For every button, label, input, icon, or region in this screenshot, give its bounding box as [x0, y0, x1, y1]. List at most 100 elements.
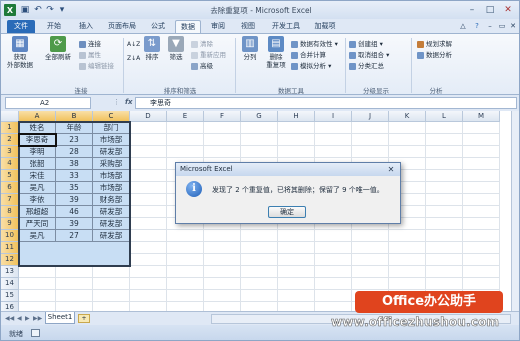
dialog-close-button[interactable]: ✕	[385, 165, 397, 174]
text-to-columns-button[interactable]: ▥ 分列	[239, 36, 261, 61]
row-header[interactable]: 10	[1, 230, 19, 242]
row-header[interactable]: 15	[1, 290, 19, 302]
empty-cell[interactable]	[93, 278, 130, 290]
table-cell[interactable]: 研发部	[93, 146, 130, 158]
get-external-data-button[interactable]: ▦ 获取 外部数据	[5, 36, 35, 69]
empty-cell[interactable]	[167, 254, 204, 266]
empty-cell[interactable]	[130, 278, 167, 290]
row-header[interactable]: 13	[1, 266, 19, 278]
column-header[interactable]: L	[426, 111, 463, 122]
tab-view[interactable]: 视图	[237, 20, 259, 33]
empty-cell[interactable]	[56, 278, 93, 290]
empty-cell[interactable]	[426, 194, 463, 206]
formula-input[interactable]: 李思奇	[135, 97, 517, 109]
empty-cell[interactable]	[278, 290, 315, 302]
table-cell[interactable]: 李明	[19, 146, 56, 158]
empty-cell[interactable]	[167, 230, 204, 242]
table-cell[interactable]: 采购部	[93, 158, 130, 170]
empty-cell[interactable]	[426, 254, 463, 266]
empty-cell[interactable]	[315, 254, 352, 266]
table-cell[interactable]: 邢超超	[19, 206, 56, 218]
empty-cell[interactable]	[352, 134, 389, 146]
empty-cell[interactable]	[241, 242, 278, 254]
empty-cell[interactable]	[130, 194, 167, 206]
column-header[interactable]: B	[56, 111, 93, 122]
column-header[interactable]: H	[278, 111, 315, 122]
empty-cell[interactable]	[130, 254, 167, 266]
row-header[interactable]: 2	[1, 134, 19, 146]
empty-cell[interactable]	[463, 146, 500, 158]
clear-button[interactable]: 清除	[191, 40, 213, 49]
empty-cell[interactable]	[278, 122, 315, 134]
empty-cell[interactable]	[56, 266, 93, 278]
row-header[interactable]: 5	[1, 170, 19, 182]
empty-cell[interactable]	[167, 290, 204, 302]
empty-cell[interactable]	[241, 146, 278, 158]
empty-cell[interactable]	[167, 266, 204, 278]
empty-cell[interactable]	[130, 158, 167, 170]
empty-cell[interactable]	[278, 134, 315, 146]
empty-cell[interactable]	[278, 242, 315, 254]
column-header[interactable]: I	[315, 111, 352, 122]
table-cell[interactable]: 研发部	[93, 218, 130, 230]
row-header[interactable]: 9	[1, 218, 19, 230]
table-cell[interactable]: 财务部	[93, 194, 130, 206]
empty-cell[interactable]	[93, 266, 130, 278]
empty-cell[interactable]	[315, 278, 352, 290]
row-header[interactable]: 3	[1, 146, 19, 158]
table-cell[interactable]: 市场部	[93, 170, 130, 182]
empty-cell[interactable]	[93, 290, 130, 302]
empty-cell[interactable]	[389, 230, 426, 242]
tab-home[interactable]: 开始	[43, 20, 65, 33]
selected-empty-cell[interactable]	[93, 242, 130, 254]
empty-cell[interactable]	[463, 266, 500, 278]
empty-cell[interactable]	[241, 278, 278, 290]
empty-cell[interactable]	[352, 230, 389, 242]
empty-cell[interactable]	[389, 134, 426, 146]
insert-sheet-button[interactable]: +	[78, 314, 90, 323]
table-header-cell[interactable]: 姓名	[19, 122, 56, 134]
table-cell[interactable]: 35	[56, 182, 93, 194]
help-icon[interactable]: ?	[471, 20, 483, 33]
empty-cell[interactable]	[352, 266, 389, 278]
empty-cell[interactable]	[389, 254, 426, 266]
advanced-filter-button[interactable]: 高级	[191, 62, 213, 71]
doc-close-button[interactable]: ✕	[508, 20, 518, 33]
tab-formulas[interactable]: 公式	[147, 20, 169, 33]
table-cell[interactable]: 严天同	[19, 218, 56, 230]
sort-asc-button[interactable]: A↓Z	[127, 40, 140, 49]
table-cell[interactable]: 38	[56, 158, 93, 170]
empty-cell[interactable]	[167, 122, 204, 134]
empty-cell[interactable]	[19, 266, 56, 278]
table-cell[interactable]: 吴凡	[19, 182, 56, 194]
empty-cell[interactable]	[204, 122, 241, 134]
column-header[interactable]: C	[93, 111, 130, 122]
what-if-analysis-button[interactable]: 模拟分析 ▾	[291, 62, 331, 71]
empty-cell[interactable]	[463, 170, 500, 182]
selected-empty-cell[interactable]	[56, 242, 93, 254]
empty-cell[interactable]	[19, 290, 56, 302]
remove-duplicates-button[interactable]: ▤ 删除 重复项	[263, 36, 289, 69]
empty-cell[interactable]	[130, 134, 167, 146]
table-cell[interactable]: 吴凡	[19, 230, 56, 242]
empty-cell[interactable]	[426, 158, 463, 170]
prev-sheet-icon[interactable]: ◀	[17, 315, 22, 322]
empty-cell[interactable]	[241, 290, 278, 302]
properties-button[interactable]: 属性	[79, 51, 101, 60]
table-cell[interactable]: 张韶	[19, 158, 56, 170]
filter-button[interactable]: ▼ 筛选	[165, 36, 187, 61]
selected-empty-cell[interactable]	[56, 254, 93, 266]
empty-cell[interactable]	[352, 146, 389, 158]
table-cell[interactable]: 李思奇	[19, 134, 56, 146]
empty-cell[interactable]	[426, 134, 463, 146]
doc-minimize-button[interactable]: –	[485, 20, 495, 33]
row-header[interactable]: 12	[1, 254, 19, 266]
empty-cell[interactable]	[241, 122, 278, 134]
empty-cell[interactable]	[130, 170, 167, 182]
table-cell[interactable]: 市场部	[93, 134, 130, 146]
empty-cell[interactable]	[130, 206, 167, 218]
empty-cell[interactable]	[278, 230, 315, 242]
empty-cell[interactable]	[130, 242, 167, 254]
sheet-tab-sheet1[interactable]: Sheet1	[45, 312, 75, 324]
empty-cell[interactable]	[426, 146, 463, 158]
